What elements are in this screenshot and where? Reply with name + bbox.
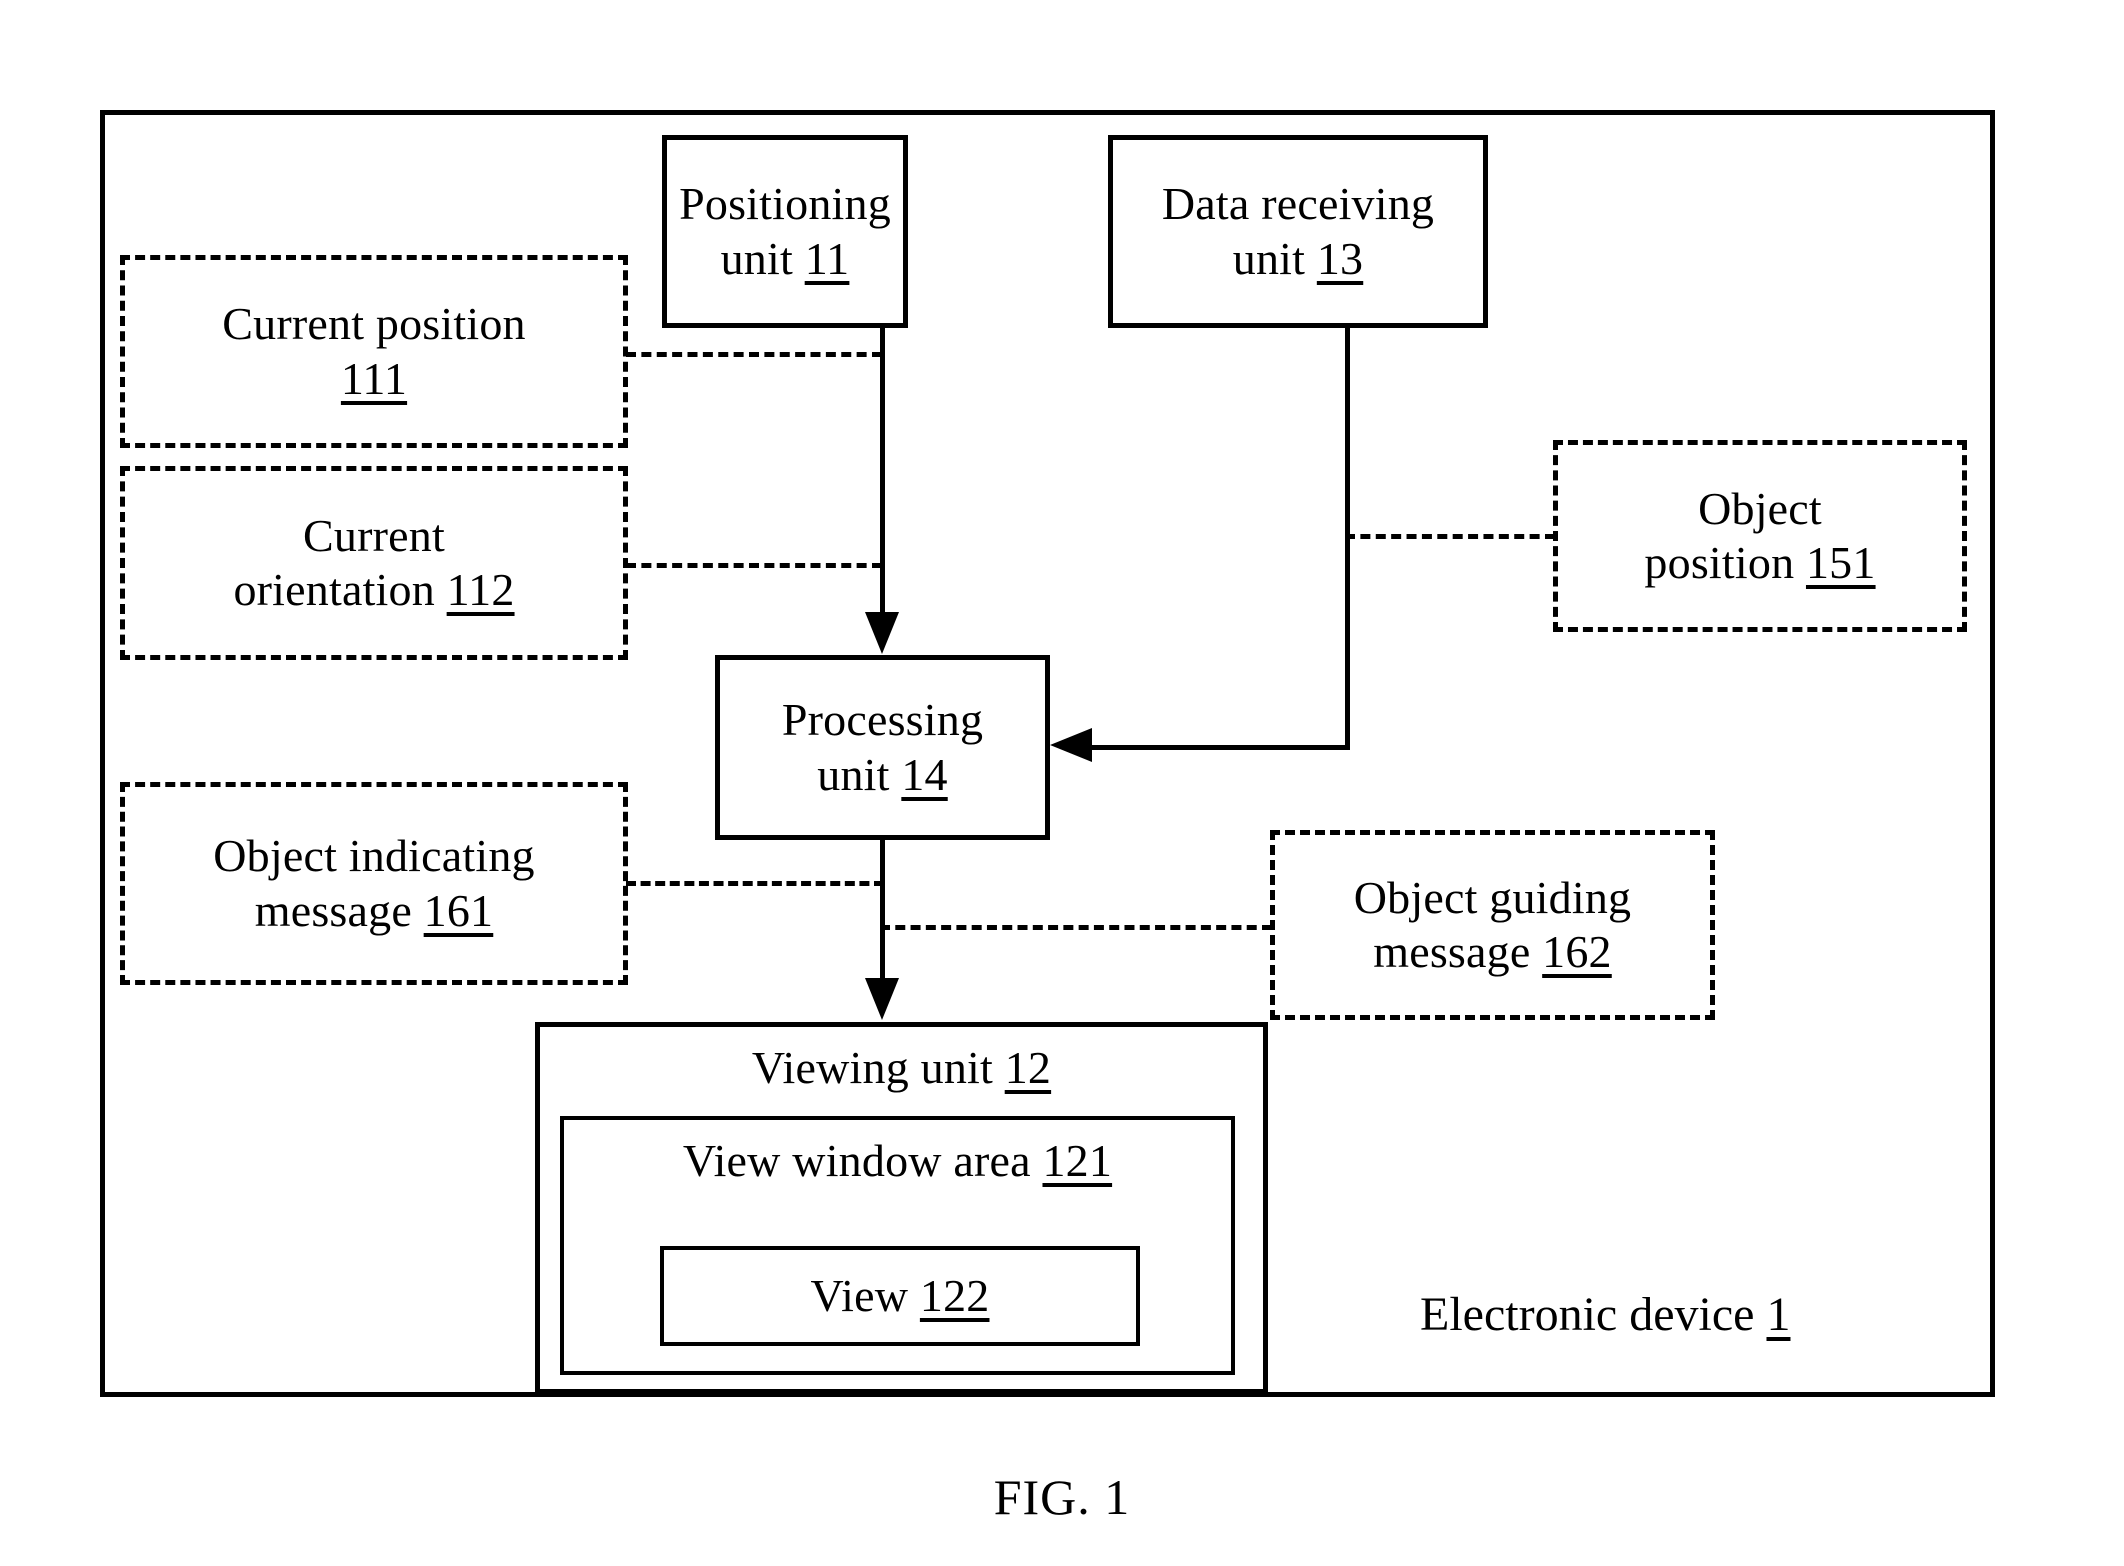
positioning-unit-ref: 11 [804,232,850,284]
view-ref: 122 [919,1269,990,1321]
processing-unit-ref: 14 [901,748,948,800]
positioning-unit-line2: unit [720,232,793,284]
current-orientation-line2: orientation [233,564,435,615]
current-position-label: Current position 111 [222,297,525,406]
figure-caption: FIG. 1 [993,1469,1131,1525]
object-guiding-message-line2: message [1373,926,1531,977]
viewing-unit-line1: Viewing unit [751,1042,993,1093]
processing-unit-block: Processing unit 14 [715,655,1050,840]
connector-processing-to-viewing [880,838,885,980]
current-position-line1: Current position [222,298,526,350]
object-indicating-message-block: Object indicating message 161 [120,782,628,985]
processing-unit-line1: Processing [781,694,984,746]
electronic-device-caption-text: Electronic device 1 [1420,1287,1790,1344]
electronic-device-caption: Electronic device 1 [1420,1280,1960,1350]
patent-figure: Positioning unit 11 Data receiving unit … [0,0,2124,1566]
current-orientation-block: Current orientation 112 [120,466,628,660]
processing-unit-line2: unit [817,748,890,800]
view-window-area-label: View window area 121 [683,1120,1112,1188]
viewing-unit-ref: 12 [1004,1042,1052,1093]
leader-current-position [626,352,882,357]
data-receiving-unit-line1: Data receiving [1161,178,1435,230]
object-position-label: Object position 151 [1644,482,1875,591]
arrowhead-processing-to-viewing [865,978,899,1020]
view-label: View 122 [811,1269,990,1323]
view-line1: View [810,1269,909,1321]
object-position-ref: 151 [1805,537,1876,588]
current-orientation-ref: 112 [446,564,515,615]
view-window-area-line1: View window area [682,1135,1031,1186]
object-guiding-message-label: Object guiding message 162 [1354,871,1631,980]
data-receiving-unit-block: Data receiving unit 13 [1108,135,1488,328]
connector-positioning-to-processing [880,326,885,614]
leader-object-indicating-message [626,881,884,886]
object-indicating-message-label: Object indicating message 161 [213,829,534,938]
object-position-block: Object position 151 [1553,440,1967,632]
processing-unit-label: Processing unit 14 [782,693,983,802]
leader-object-position [1345,534,1555,539]
current-orientation-label: Current orientation 112 [233,509,514,618]
object-position-line1: Object [1698,482,1822,534]
current-position-ref: 111 [340,352,408,404]
object-position-line2: position [1644,537,1795,588]
arrowhead-positioning-to-processing [865,612,899,654]
data-receiving-unit-line2: unit [1232,232,1306,284]
view-block: View 122 [660,1246,1140,1346]
electronic-device-caption-label: Electronic device [1420,1287,1755,1341]
view-window-area-ref: 121 [1042,1135,1113,1186]
positioning-unit-line1: Positioning [679,178,891,230]
viewing-unit-label: Viewing unit 12 [752,1027,1051,1095]
positioning-unit-label: Positioning unit 11 [679,177,891,286]
leader-current-orientation [626,563,882,568]
leader-object-guiding-message [880,925,1272,930]
object-indicating-message-ref: 161 [423,884,494,936]
object-indicating-message-line2: message [254,884,412,936]
data-receiving-unit-label: Data receiving unit 13 [1162,177,1434,286]
data-receiving-unit-ref: 13 [1316,232,1364,284]
connector-data-receiving-horizontal [1092,745,1350,750]
object-indicating-message-line1: Object indicating [213,830,535,882]
object-guiding-message-block: Object guiding message 162 [1270,830,1715,1020]
object-guiding-message-line1: Object guiding [1353,871,1632,923]
object-guiding-message-ref: 162 [1542,926,1612,977]
current-orientation-line1: Current [303,509,445,561]
current-position-block: Current position 111 [120,255,628,448]
electronic-device-caption-ref: 1 [1766,1287,1791,1341]
positioning-unit-block: Positioning unit 11 [662,135,908,328]
arrowhead-data-receiving-to-processing [1050,728,1092,762]
